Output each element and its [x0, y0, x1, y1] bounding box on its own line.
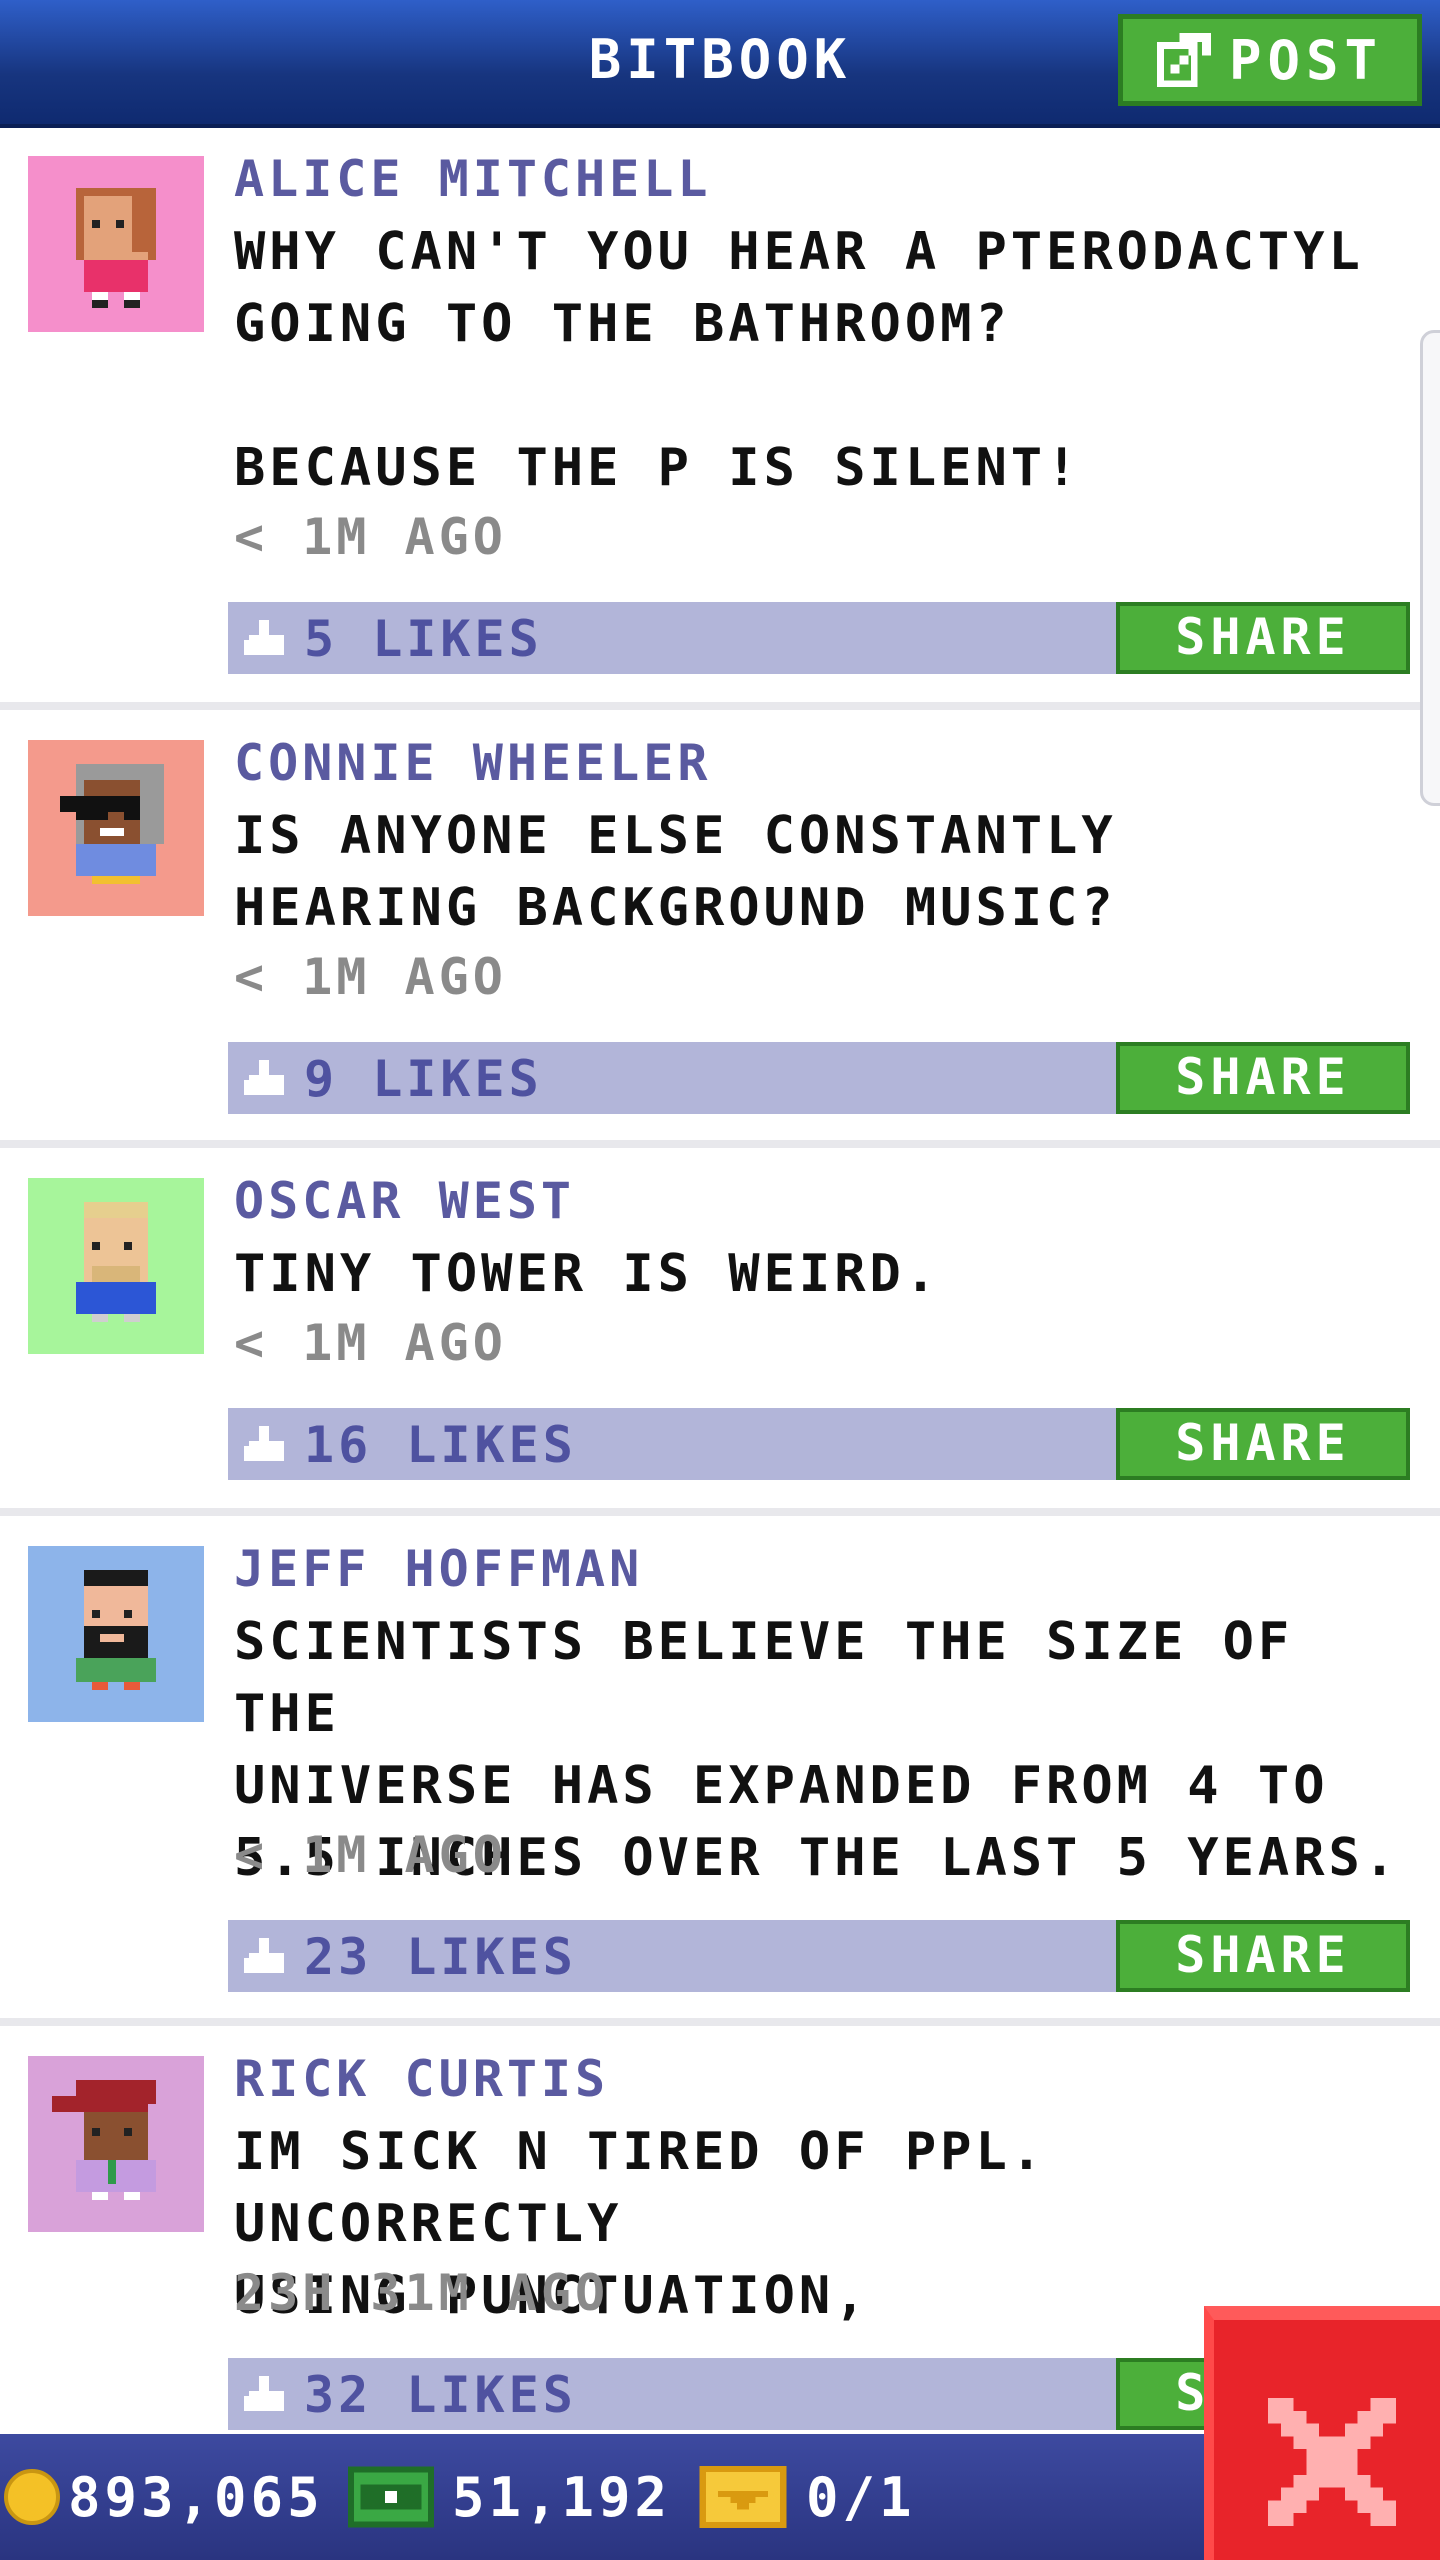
like-count[interactable]: 32 LIKES [304, 2366, 577, 2424]
avatar[interactable] [28, 1546, 204, 1722]
avatar[interactable] [28, 2056, 204, 2232]
post-body: TINY TOWER IS WEIRD. [234, 1244, 941, 1304]
coin-icon [4, 2469, 60, 2525]
bux-counter: 51,192 [348, 2462, 671, 2532]
feed-post: OSCAR WEST TINY TOWER IS WEIRD. < 1M AGO… [0, 1150, 1440, 1508]
post-author[interactable]: JEFF HOFFMAN [234, 1540, 643, 1598]
post-time: < 1M AGO [234, 1826, 507, 1884]
feed-post: ALICE MITCHELL WHY CAN'T YOU HEAR A PTER… [0, 128, 1440, 702]
bux-icon [348, 2466, 434, 2528]
post-divider [0, 2018, 1440, 2026]
post-time: < 1M AGO [234, 1314, 507, 1372]
post-action-bar: 9 LIKES SHARE [228, 1042, 1410, 1114]
avatar[interactable] [28, 740, 204, 916]
thumbs-up-icon [244, 2376, 284, 2411]
post-button-label: POST [1228, 28, 1384, 92]
post-body: IS ANYONE ELSE CONSTANTLY HEARING BACKGR… [234, 806, 1117, 938]
close-button[interactable] [1204, 2306, 1440, 2560]
compose-icon [1156, 33, 1211, 87]
coins-value: 893,065 [68, 2465, 324, 2529]
like-count[interactable]: 5 LIKES [304, 610, 543, 668]
post-action-bar: 16 LIKES SHARE [228, 1408, 1410, 1480]
thumbs-up-icon [244, 1938, 284, 1973]
share-button[interactable]: SHARE [1116, 1042, 1410, 1114]
app-header: BITBOOK POST [0, 0, 1440, 128]
avatar[interactable] [28, 1178, 204, 1354]
like-count[interactable]: 9 LIKES [304, 1050, 543, 1108]
thumbs-up-icon [244, 1426, 284, 1461]
post-divider [0, 1508, 1440, 1516]
tickets-value: 0/1 [806, 2465, 916, 2529]
post-author[interactable]: CONNIE WHEELER [234, 734, 711, 792]
scroll-handle[interactable] [1420, 330, 1440, 806]
post-button[interactable]: POST [1118, 14, 1422, 106]
like-count[interactable]: 16 LIKES [304, 1416, 577, 1474]
thumbs-up-icon [244, 620, 284, 655]
ticket-icon [699, 2466, 787, 2528]
post-author[interactable]: RICK CURTIS [234, 2050, 609, 2108]
bux-value: 51,192 [452, 2465, 672, 2529]
post-divider [0, 702, 1440, 710]
close-icon [1268, 2398, 1396, 2526]
post-divider [0, 1140, 1440, 1148]
share-button[interactable]: SHARE [1116, 1408, 1410, 1480]
post-action-bar: 23 LIKES SHARE [228, 1920, 1410, 1992]
tickets-counter: 0/1 [698, 2462, 916, 2532]
post-time: < 1M AGO [234, 508, 507, 566]
coins-counter: 893,065 [4, 2462, 324, 2532]
thumbs-up-icon [244, 1060, 284, 1095]
share-button[interactable]: SHARE [1116, 1920, 1410, 1992]
feed-post: CONNIE WHEELER IS ANYONE ELSE CONSTANTLY… [0, 712, 1440, 1140]
avatar[interactable] [28, 156, 204, 332]
post-author[interactable]: OSCAR WEST [234, 1172, 575, 1230]
post-author[interactable]: ALICE MITCHELL [234, 150, 711, 208]
post-action-bar: 5 LIKES SHARE [228, 602, 1410, 674]
share-button[interactable]: SHARE [1116, 602, 1410, 674]
post-time: < 1M AGO [234, 948, 507, 1006]
post-time: 23H 31M AGO [234, 2264, 610, 2322]
post-body: WHY CAN'T YOU HEAR A PTERODACTYL GOING T… [234, 222, 1364, 498]
feed[interactable]: ALICE MITCHELL WHY CAN'T YOU HEAR A PTER… [0, 128, 1440, 2434]
like-count[interactable]: 23 LIKES [304, 1928, 577, 1986]
feed-post: JEFF HOFFMAN SCIENTISTS BELIEVE THE SIZE… [0, 1518, 1440, 2018]
